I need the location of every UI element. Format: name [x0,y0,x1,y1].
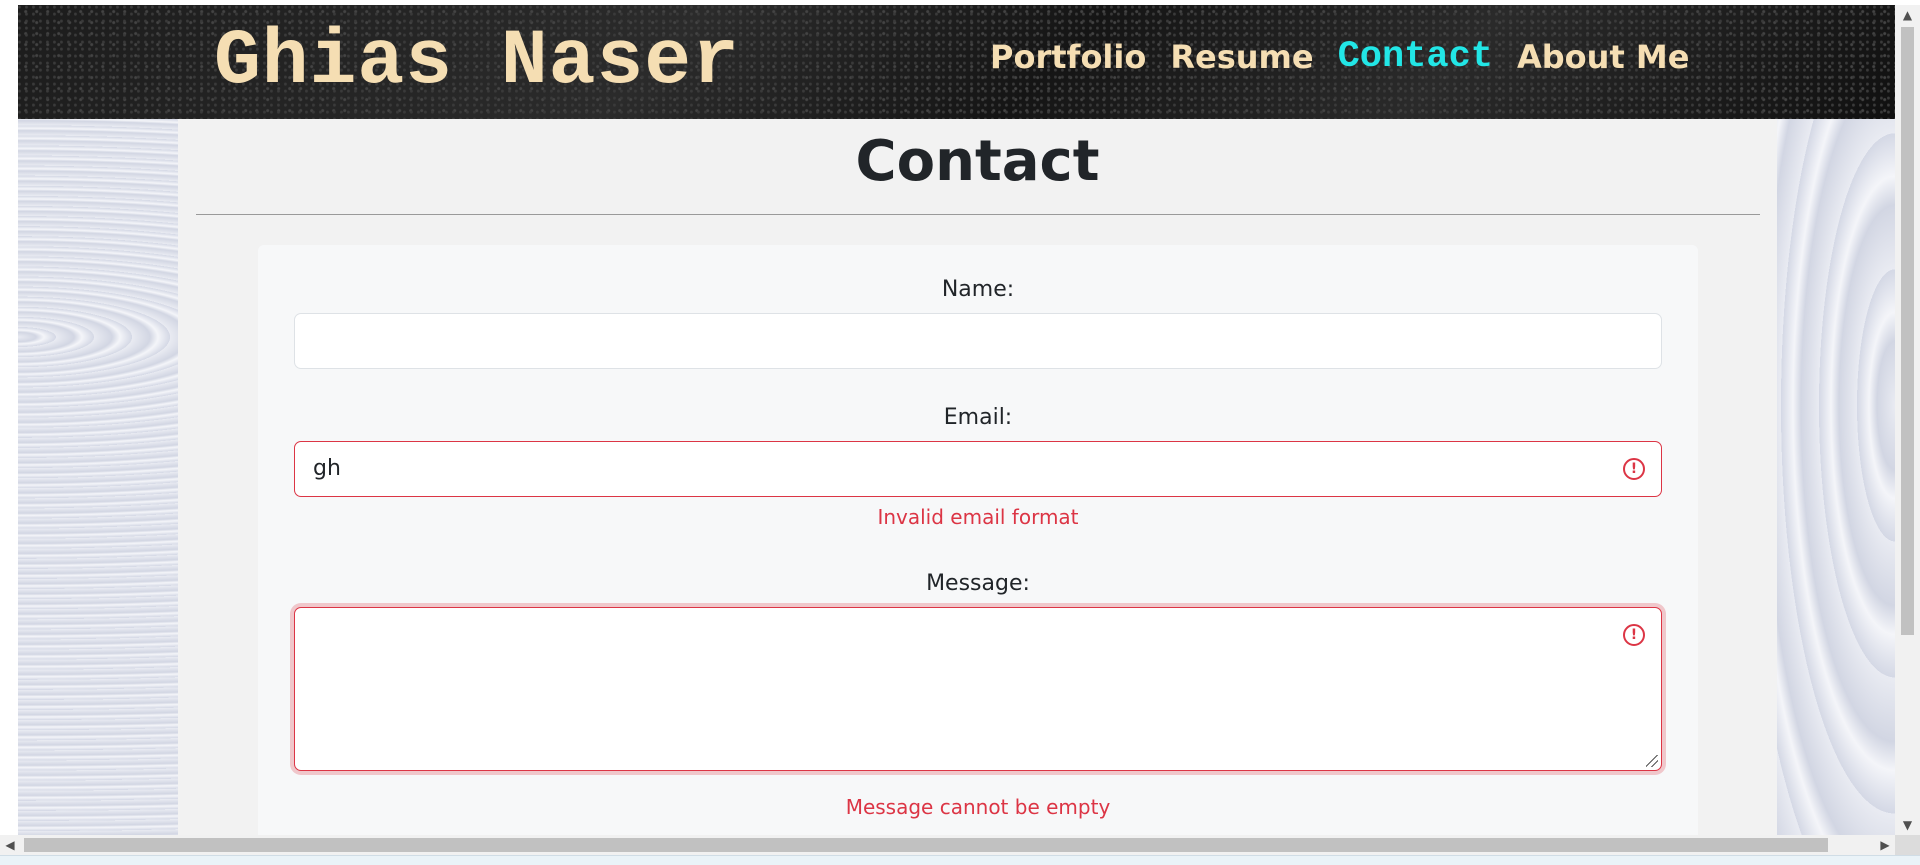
name-label: Name: [941,277,1015,302]
message-textarea[interactable]: ! [294,607,1662,771]
horizontal-scroll-thumb[interactable] [24,838,1828,852]
browser-viewport: Ghias Naser Portfolio Resume Contact Abo… [18,5,1895,835]
vertical-scroll-thumb[interactable] [1901,27,1914,635]
email-input[interactable]: gh ! [294,441,1662,497]
scroll-down-icon[interactable]: ▼ [1895,815,1920,835]
name-input[interactable] [294,313,1662,369]
site-header: Ghias Naser Portfolio Resume Contact Abo… [18,5,1895,119]
exclamation-circle-icon: ! [1623,458,1645,480]
main-panel: Contact Name: Email: gh ! Invalid email … [178,119,1777,835]
main-nav: Portfolio Resume Contact About Me [990,35,1689,79]
exclamation-circle-icon: ! [1623,624,1645,646]
vertical-scrollbar[interactable]: ▲ ▼ [1895,5,1920,835]
page-title: Contact [855,129,1100,194]
horizontal-scrollbar[interactable]: ◀ ▶ [0,835,1895,855]
title-divider [196,214,1760,215]
nav-portfolio[interactable]: Portfolio [990,35,1146,79]
contact-form: Name: Email: gh ! Invalid email format M… [258,245,1698,835]
site-brand[interactable]: Ghias Naser [214,19,740,105]
background-pattern [1775,119,1895,835]
resize-grip-icon[interactable] [1646,755,1658,767]
nav-contact[interactable]: Contact [1338,35,1493,79]
email-label: Email: [943,405,1013,430]
nav-about-me[interactable]: About Me [1517,35,1689,79]
scrollbar-corner [1895,835,1920,855]
email-error-message: Invalid email format [877,505,1079,529]
email-input-value: gh [313,456,341,481]
nav-resume[interactable]: Resume [1170,35,1313,79]
scroll-left-icon[interactable]: ◀ [0,835,20,855]
message-label: Message: [926,571,1030,596]
scroll-up-icon[interactable]: ▲ [1895,5,1920,25]
message-error-message: Message cannot be empty [845,795,1111,819]
scroll-right-icon[interactable]: ▶ [1875,835,1895,855]
